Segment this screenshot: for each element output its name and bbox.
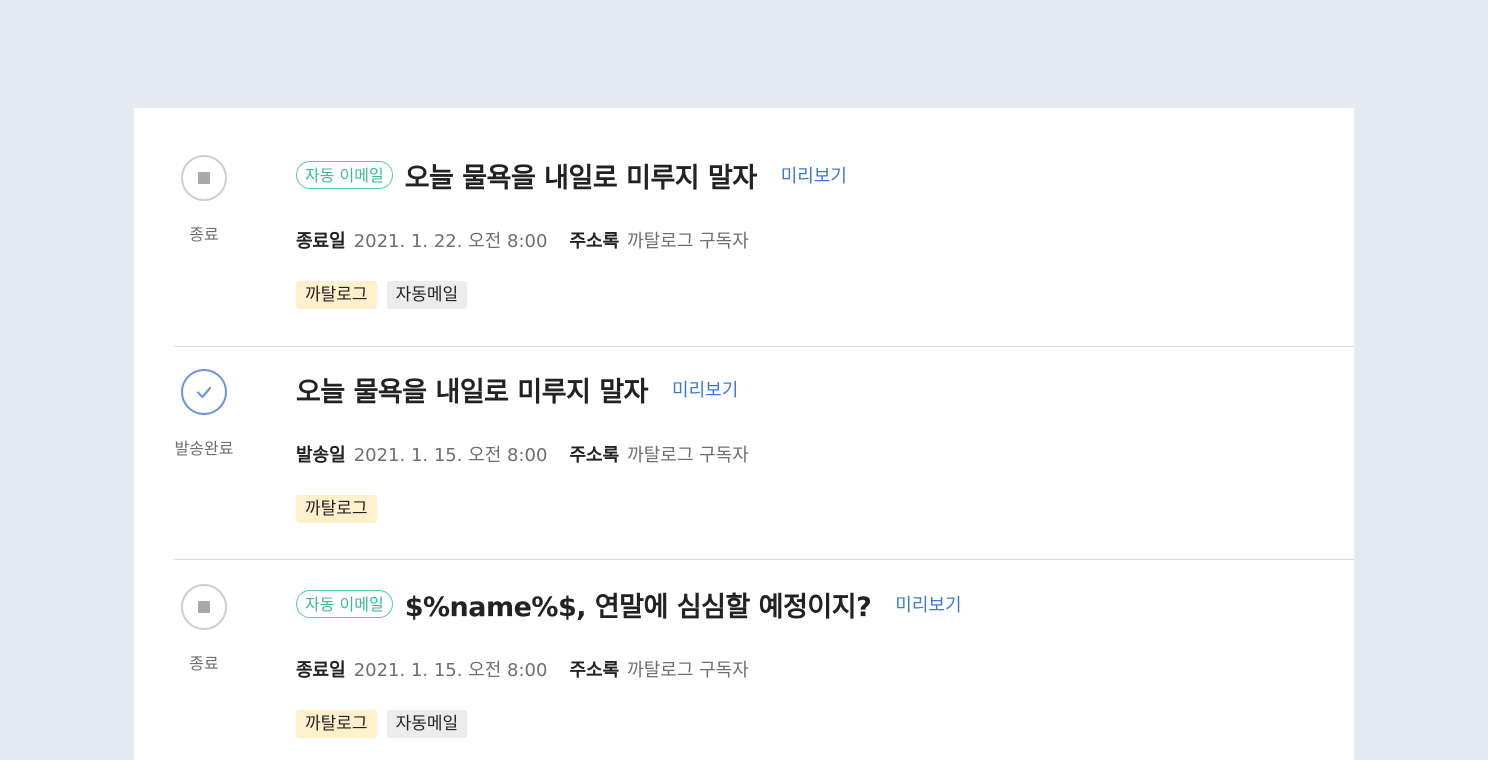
campaign-tags: 까탈로그 자동메일 (296, 710, 468, 738)
address-book-value: 까탈로그 구독자 (627, 660, 749, 681)
preview-link[interactable]: 미리보기 (895, 591, 961, 617)
date-value: 2021. 1. 22. 오전 8:00 (353, 231, 548, 252)
preview-link[interactable]: 미리보기 (672, 376, 738, 402)
campaign-meta: 종료일 2021. 1. 22. 오전 8:00 주소록 까탈로그 구독자 (296, 227, 771, 253)
stop-status-icon (181, 155, 227, 201)
campaign-title-line: 자동 이메일 오늘 물욕을 내일로 미루지 말자 미리보기 (296, 155, 847, 195)
date-value: 2021. 1. 15. 오전 8:00 (353, 660, 548, 681)
campaign-meta: 발송일 2021. 1. 15. 오전 8:00 주소록 까탈로그 구독자 (296, 441, 771, 467)
tag[interactable]: 까탈로그 (296, 281, 377, 309)
date-key: 발송일 (296, 445, 346, 466)
stop-square-icon (198, 172, 210, 184)
campaign-list-card: 종료 자동 이메일 오늘 물욕을 내일로 미루지 말자 미리보기 종료일 202… (134, 108, 1354, 760)
address-book-key: 주소록 (569, 445, 620, 466)
campaign-title-line: 오늘 물욕을 내일로 미루지 말자 미리보기 (296, 369, 738, 409)
stop-square-icon (198, 601, 210, 613)
stop-status-icon (181, 584, 227, 630)
campaign-tags: 까탈로그 자동메일 (296, 281, 468, 309)
sent-status-icon (181, 369, 227, 415)
tag[interactable]: 까탈로그 (296, 495, 377, 523)
date-key: 종료일 (296, 231, 346, 252)
address-book-key: 주소록 (569, 660, 620, 681)
address-book-value: 까탈로그 구독자 (627, 231, 749, 252)
campaign-tags: 까탈로그 (296, 495, 377, 523)
tag[interactable]: 자동메일 (386, 710, 468, 738)
status-label: 종료 (189, 225, 219, 244)
status-label: 종료 (189, 654, 219, 673)
status-label: 발송완료 (174, 439, 234, 458)
date-key: 종료일 (296, 660, 346, 681)
row-divider (174, 559, 1354, 560)
campaign-title[interactable]: $%name%$, 연말에 심심할 예정이지? (405, 585, 872, 624)
tag[interactable]: 자동메일 (386, 281, 468, 309)
tag[interactable]: 까탈로그 (296, 710, 377, 738)
row-divider (174, 346, 1354, 347)
campaign-title[interactable]: 오늘 물욕을 내일로 미루지 말자 (405, 156, 758, 195)
campaign-title-line: 자동 이메일 $%name%$, 연말에 심심할 예정이지? 미리보기 (296, 584, 962, 624)
date-value: 2021. 1. 15. 오전 8:00 (353, 445, 548, 466)
campaign-meta: 종료일 2021. 1. 15. 오전 8:00 주소록 까탈로그 구독자 (296, 656, 771, 682)
preview-link[interactable]: 미리보기 (781, 162, 847, 188)
address-book-key: 주소록 (569, 231, 620, 252)
auto-email-badge: 자동 이메일 (296, 161, 393, 189)
campaign-title[interactable]: 오늘 물욕을 내일로 미루지 말자 (296, 370, 649, 409)
address-book-value: 까탈로그 구독자 (627, 445, 749, 466)
auto-email-badge: 자동 이메일 (296, 590, 393, 618)
check-icon (196, 386, 212, 399)
